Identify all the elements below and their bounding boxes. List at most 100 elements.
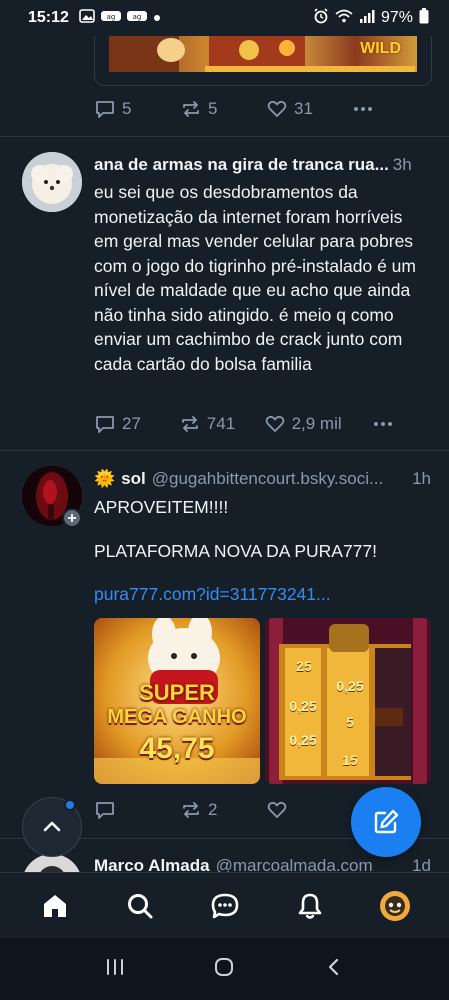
follow-plus-button[interactable] — [62, 508, 82, 528]
new-posts-indicator — [64, 799, 76, 811]
like-button[interactable] — [266, 799, 288, 821]
post-sol[interactable]: 🌞 sol @gugahbittencourt.bsky.soci... 1h … — [0, 451, 449, 837]
author-name[interactable]: ana de armas na gira de tranca rua... — [94, 155, 389, 175]
nav-chat[interactable] — [203, 884, 247, 928]
avatar[interactable] — [22, 152, 82, 212]
post-text-line: PLATAFORMA NOVA DA PURA777! — [94, 541, 378, 561]
heart-icon — [266, 98, 288, 120]
like-button[interactable]: 31 — [266, 98, 352, 120]
battery-icon — [419, 7, 429, 29]
compose-button[interactable] — [351, 787, 421, 857]
top-post-actions: 5 5 31 — [94, 98, 394, 120]
wild-label: WILD — [360, 40, 401, 57]
slot-value: 25 — [296, 658, 312, 674]
post-actions: 27 741 2,9 mil — [94, 413, 394, 435]
slot-value: 0,25 — [336, 678, 364, 694]
author-name[interactable]: Marco Almada — [94, 856, 210, 872]
author-handle[interactable]: @gugahbittencourt.bsky.soci... — [152, 469, 408, 489]
image-caption-super: SUPER — [139, 680, 215, 705]
post-actions: 2 — [94, 799, 334, 821]
author-handle[interactable]: @marcoalmada.com — [216, 856, 409, 872]
battery-text: 97% — [380, 9, 413, 26]
repost-button[interactable]: 5 — [180, 98, 266, 120]
status-time: 15:12 — [28, 9, 69, 26]
speech-bubble-icon — [94, 799, 116, 821]
image-amount: 45,75 — [139, 732, 215, 765]
post-text-line: APROVEITEM!!!! — [94, 497, 229, 517]
repost-button[interactable]: 2 — [180, 799, 266, 821]
post-image-slot-grid[interactable]: 25 0,25 0,25 5 0,25 15 — [265, 618, 431, 784]
compose-icon — [374, 809, 399, 834]
post-time: 3h — [392, 155, 412, 174]
more-button[interactable] — [352, 98, 374, 120]
nav-notifications[interactable] — [288, 884, 332, 928]
reply-count: 27 — [122, 414, 141, 433]
post-image-super-mega-ganho[interactable]: SUPER MEGA GANHO 45,75 — [94, 618, 260, 784]
repost-count: 741 — [206, 414, 236, 433]
post-text: eu sei que os desdobramentos da monetiza… — [94, 182, 416, 374]
bottom-navigation — [0, 872, 449, 938]
repost-arrows-icon — [179, 413, 201, 435]
reply-button[interactable]: 5 — [94, 98, 180, 120]
image-caption-mega-ganho: MEGA GANHO — [107, 706, 247, 728]
app-notification-icon: ag — [100, 9, 121, 27]
nav-search[interactable] — [118, 884, 162, 928]
chevron-up-icon — [43, 821, 61, 832]
slot-game-image: WILD — [109, 36, 417, 72]
reply-button[interactable] — [94, 799, 180, 821]
heart-icon — [264, 413, 286, 435]
post-ana[interactable]: ana de armas na gira de tranca rua... 3h… — [0, 137, 449, 449]
like-button[interactable]: 2,9 mil — [264, 413, 372, 435]
reply-button[interactable]: 27 — [94, 413, 179, 435]
home-circle-icon — [215, 957, 234, 976]
app-notification-icon: ag — [126, 9, 147, 27]
signal-icon — [359, 9, 375, 28]
post-time: 1h — [412, 469, 431, 488]
repost-arrows-icon — [180, 799, 202, 821]
dot-icon — [153, 9, 161, 27]
nav-profile[interactable] — [373, 884, 417, 928]
system-navigation — [0, 938, 449, 1000]
more-button[interactable] — [372, 413, 394, 435]
speech-bubble-icon — [94, 413, 116, 435]
chat-icon — [211, 893, 238, 918]
svg-text:ag: ag — [107, 13, 116, 21]
bell-icon — [298, 893, 321, 919]
slot-value: 5 — [346, 714, 354, 730]
recents-icon — [106, 958, 123, 975]
slot-value: 0,25 — [289, 732, 317, 748]
gallery-icon — [79, 8, 95, 28]
repost-button[interactable]: 741 — [179, 413, 264, 435]
post-header: 🌞 sol @gugahbittencourt.bsky.soci... 1h — [94, 469, 431, 489]
post-link[interactable]: pura777.com?id=311773241... — [94, 582, 430, 607]
home-icon — [43, 894, 66, 917]
speech-bubble-icon — [94, 98, 116, 120]
alarm-icon — [313, 7, 329, 29]
back-button[interactable] — [323, 956, 345, 983]
home-system-button[interactable] — [213, 956, 235, 983]
search-icon — [127, 893, 152, 918]
recent-apps-button[interactable] — [104, 957, 126, 982]
repost-count: 5 — [208, 99, 218, 118]
embedded-card[interactable]: WILD — [94, 36, 432, 86]
ellipsis-icon — [352, 98, 374, 120]
wifi-icon — [335, 9, 353, 28]
nav-home[interactable] — [33, 884, 77, 928]
sun-emoji: 🌞 — [94, 469, 116, 488]
post-header: Marco Almada @marcoalmada.com 1d — [94, 856, 431, 872]
profile-avatar-icon — [379, 890, 410, 921]
back-chevron-icon — [329, 958, 339, 975]
ellipsis-icon — [372, 413, 394, 435]
post-header: ana de armas na gira de tranca rua... 3h — [94, 155, 431, 175]
author-name[interactable]: sol — [121, 469, 146, 489]
plus-icon — [68, 514, 76, 522]
status-bar: 15:12 ag ag 97% — [0, 0, 449, 36]
slot-value: 0,25 — [289, 698, 317, 714]
slot-value: 15 — [342, 752, 358, 768]
repost-arrows-icon — [180, 98, 202, 120]
heart-icon — [266, 799, 288, 821]
reply-count: 5 — [122, 99, 132, 118]
like-count: 2,9 mil — [291, 414, 342, 433]
post-time: 1d — [412, 856, 431, 872]
like-count: 31 — [294, 99, 313, 118]
